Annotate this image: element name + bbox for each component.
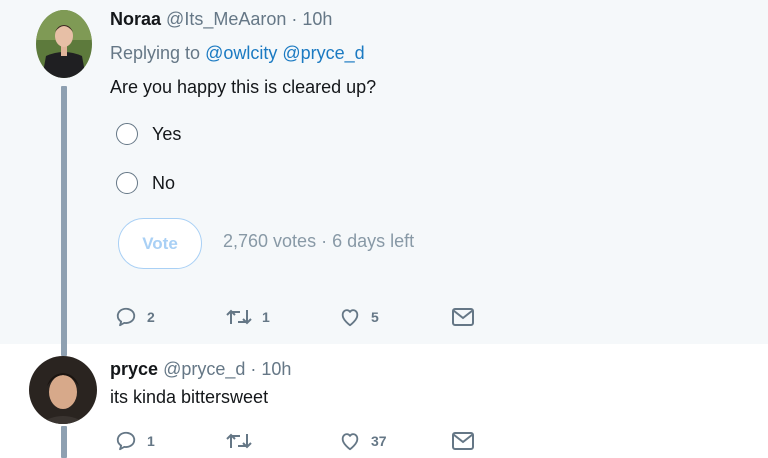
retweet-icon [226,309,252,325]
direct-message-icon [452,432,474,450]
poll-option-yes[interactable]: Yes [116,120,181,148]
like-count: 37 [371,433,387,449]
mention-link[interactable]: @pryce_d [282,43,364,63]
vote-button[interactable]: Vote [118,218,202,269]
tweet-header: pryce @pryce_d · 10h [110,359,291,380]
like-action[interactable]: 5 [339,306,379,328]
reply-count: 2 [147,309,155,325]
poll-time-left: 6 days left [332,231,415,251]
retweet-icon [226,433,252,449]
user-handle[interactable]: @pryce_d [163,359,245,379]
poll-option-label: Yes [152,123,182,144]
replying-to: Replying to @owlcity @pryce_d [110,43,365,64]
like-count: 5 [371,309,379,325]
timestamp[interactable]: 10h [261,359,291,379]
tweet-text: Are you happy this is cleared up? [110,77,377,97]
separator-dot: · [321,231,328,251]
vote-count: 2,760 votes [223,231,317,251]
thread-connector-line [61,426,67,458]
timestamp[interactable]: 10h [302,9,332,29]
reply-action[interactable]: 2 [115,306,155,328]
mention-link[interactable]: @owlcity [205,43,277,63]
reply-icon [116,307,136,327]
separator-dot: · [291,9,298,29]
tweet-text: its kinda bittersweet [110,387,269,407]
like-icon [341,433,359,451]
avatar-pryce[interactable] [29,356,97,424]
display-name[interactable]: Noraa [110,9,161,29]
direct-message-action[interactable] [452,432,474,450]
poll-meta: 2,760 votes · 6 days left [223,231,414,252]
replying-prefix: Replying to [110,43,201,63]
reply-action[interactable]: 1 [115,430,155,452]
reply-icon [116,431,136,451]
direct-message-icon [452,308,474,326]
display-name[interactable]: pryce [110,359,158,379]
retweet-count: 1 [262,309,270,325]
user-handle[interactable]: @Its_MeAaron [166,9,286,29]
poll-option-no[interactable]: No [116,169,175,197]
avatar-noraa[interactable] [36,10,92,78]
direct-message-action[interactable] [452,308,474,326]
radio-circle[interactable] [116,123,138,145]
separator-dot: · [250,359,257,379]
thread-connector-line [61,86,67,356]
like-icon [341,309,359,327]
retweet-action[interactable] [226,431,252,451]
poll-option-label: No [152,172,176,193]
like-action[interactable]: 37 [339,430,387,452]
reply-count: 1 [147,433,155,449]
retweet-action[interactable]: 1 [226,307,270,327]
tweet-header: Noraa @Its_MeAaron · 10h [110,9,332,30]
radio-circle[interactable] [116,172,138,194]
